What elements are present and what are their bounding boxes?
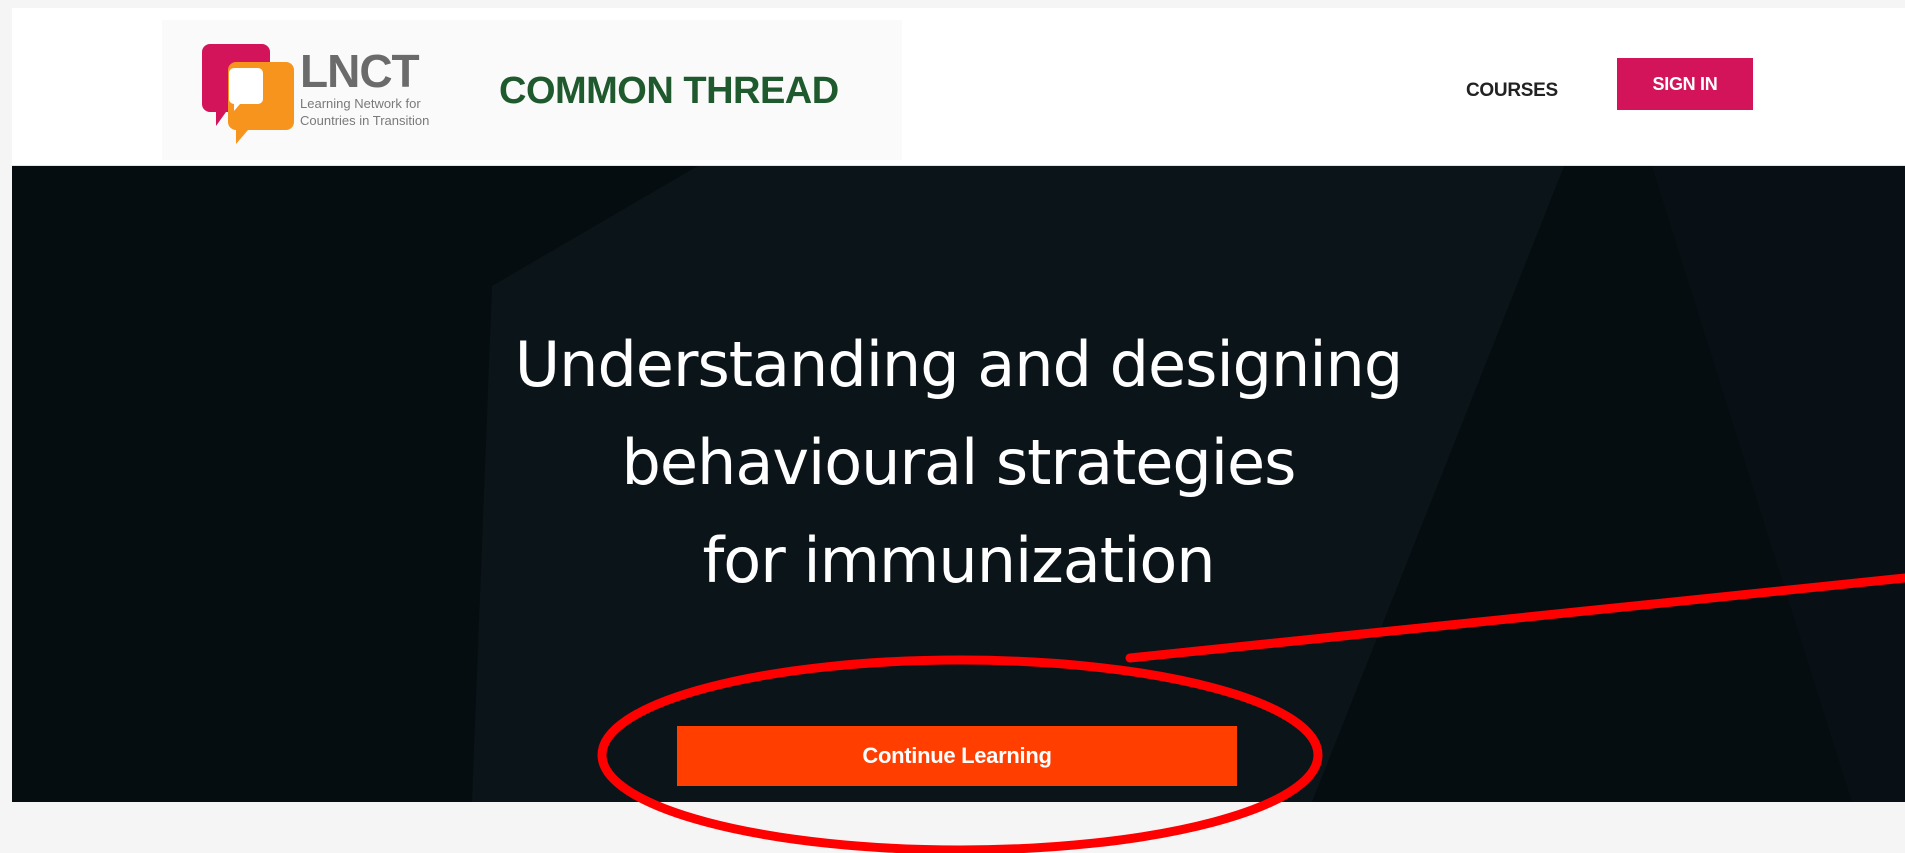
page: LNCT Learning Network for Countries in T…	[0, 0, 1905, 853]
hero-title: Understanding and designing behavioural …	[12, 316, 1905, 610]
hero-title-line2: behavioural strategies	[621, 426, 1297, 499]
lnct-acronym: LNCT	[300, 45, 420, 97]
continue-learning-button[interactable]: Continue Learning	[677, 726, 1237, 786]
hero-banner: Understanding and designing behavioural …	[12, 166, 1905, 802]
lnct-wordmark: LNCT Learning Network for Countries in T…	[300, 48, 500, 128]
lnct-subtitle-line1: Learning Network for	[300, 96, 421, 111]
lnct-subtitle-line2: Countries in Transition	[300, 113, 430, 128]
hero-title-line1: Understanding and designing	[514, 328, 1403, 401]
nav-courses-link[interactable]: COURSES	[1466, 80, 1558, 102]
site-header: LNCT Learning Network for Countries in T…	[12, 8, 1905, 166]
site-title[interactable]: COMMON THREAD	[499, 70, 839, 113]
brand-area[interactable]: LNCT Learning Network for Countries in T…	[162, 20, 902, 160]
hero-title-line3: for immunization	[702, 524, 1215, 597]
sign-in-button[interactable]: SIGN IN	[1617, 58, 1753, 110]
lnct-logo-icon	[202, 44, 294, 144]
